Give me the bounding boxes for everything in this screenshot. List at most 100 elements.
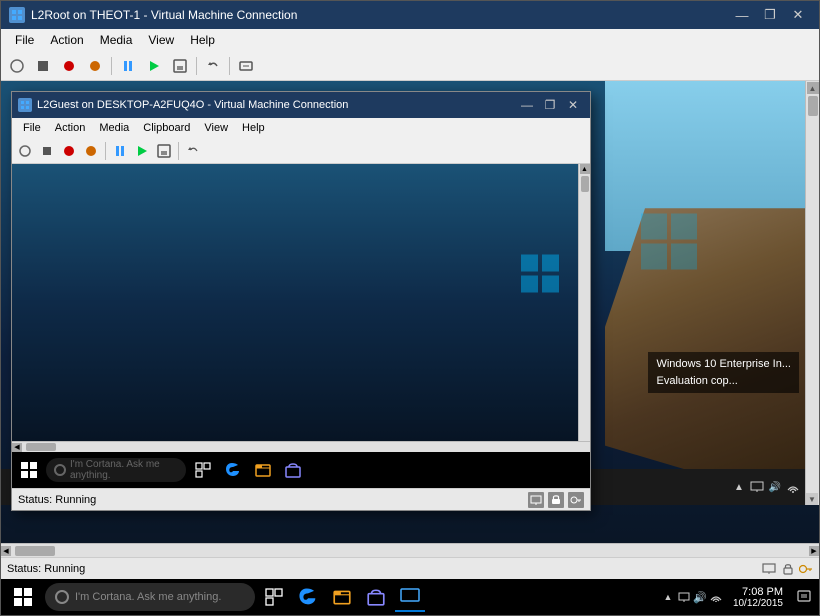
inner-menu-clipboard[interactable]: Clipboard: [136, 121, 197, 135]
inner-vm-content: ▲: [12, 164, 590, 441]
inner-edge-icon[interactable]: [220, 457, 246, 483]
inner-title-text: L2Guest on DESKTOP-A2FUQ4O - Virtual Mac…: [37, 99, 516, 111]
inner-h-scroll-thumb[interactable]: [26, 443, 56, 451]
bottom-vm-taskbar-icon[interactable]: [395, 582, 425, 612]
outer-v-scroll-thumb[interactable]: [808, 96, 818, 116]
tb-pause-btn[interactable]: [116, 54, 140, 78]
outer-v-scrollbar[interactable]: ▲ ▼: [805, 81, 819, 505]
inner-menu-help[interactable]: Help: [235, 121, 272, 135]
outer-title-controls: — ❐ ✕: [729, 5, 811, 25]
tb-power-btn[interactable]: [83, 54, 107, 78]
tb-red1-btn[interactable]: [57, 54, 81, 78]
outer-status-icon-key: [799, 562, 813, 576]
bottom-tray-volume[interactable]: 🔊: [693, 590, 707, 604]
bottom-store-icon[interactable]: [361, 582, 391, 612]
bottom-cortana-circle: [55, 590, 69, 604]
outer-status-icons: [761, 562, 813, 576]
inner-minimize-btn[interactable]: —: [516, 96, 538, 114]
outer-toolbar: [1, 51, 819, 81]
bottom-edge-icon[interactable]: [293, 582, 323, 612]
inner-explorer-icon[interactable]: [250, 457, 276, 483]
inner-tb-red2[interactable]: [81, 141, 101, 161]
tb-save-btn[interactable]: [168, 54, 192, 78]
bottom-cortana-text: I'm Cortana. Ask me anything.: [75, 591, 221, 603]
inner-start-button[interactable]: [16, 457, 42, 483]
clock-date: 10/12/2015: [733, 598, 783, 609]
inner-tb-save[interactable]: [154, 141, 174, 161]
outer-menu-file[interactable]: File: [7, 31, 42, 49]
tb-play-btn[interactable]: [142, 54, 166, 78]
tb-separator-1: [111, 57, 112, 75]
inner-status-icon-lock: [548, 492, 564, 508]
inner-tb-red1[interactable]: [59, 141, 79, 161]
inner-status-icon-key: [568, 492, 584, 508]
inner-cortana-text: I'm Cortana. Ask me anything.: [70, 459, 178, 481]
inner-status-icon-monitor: [528, 492, 544, 508]
inner-toolbar: [12, 138, 590, 164]
outer-menu-media[interactable]: Media: [92, 31, 141, 49]
tb-separator-2: [196, 57, 197, 75]
action-center-btn[interactable]: [793, 582, 815, 612]
inner-win-logo: [520, 253, 560, 296]
outer-h-scrollbar[interactable]: ◀ ▶: [1, 543, 819, 557]
inner-menu-media[interactable]: Media: [92, 121, 136, 135]
outer-menu-action[interactable]: Action: [42, 31, 91, 49]
outer-vm-content: Windows 10 Enterprise In... Evaluation c…: [1, 81, 819, 543]
inner-v-scrollbar[interactable]: ▲: [578, 164, 590, 441]
inner-menu-bar: File Action Media Clipboard View Help: [12, 118, 590, 138]
inner-close-btn[interactable]: ✕: [562, 96, 584, 114]
bottom-tray-network[interactable]: [709, 590, 723, 604]
inner-task-view-btn[interactable]: [190, 457, 216, 483]
tb-back-btn[interactable]: [5, 54, 29, 78]
bottom-system-tray: ▲ 🔊: [661, 590, 723, 604]
outer-close-btn[interactable]: ✕: [785, 5, 811, 25]
bottom-taskview-btn[interactable]: [259, 582, 289, 612]
inner-v-scroll-thumb[interactable]: [581, 176, 589, 192]
inner-tb-play[interactable]: [132, 141, 152, 161]
inner-menu-action[interactable]: Action: [48, 121, 93, 135]
outer-h-scroll-thumb[interactable]: [15, 546, 55, 556]
tray-volume[interactable]: 🔊: [767, 479, 783, 495]
outer-restore-btn[interactable]: ❐: [757, 5, 783, 25]
inner-vm-icon: [18, 98, 32, 112]
inner-tb-undo[interactable]: [183, 141, 203, 161]
inner-title-controls: — ❐ ✕: [516, 96, 584, 114]
tb-stop-btn[interactable]: [31, 54, 55, 78]
outer-start-button[interactable]: [5, 579, 41, 615]
inner-status-text: Status: Running: [18, 494, 528, 506]
outer-vm-window: L2Root on THEOT-1 - Virtual Machine Conn…: [0, 0, 820, 616]
inner-tb-sep1: [105, 142, 106, 160]
inner-cortana-search[interactable]: I'm Cortana. Ask me anything.: [46, 458, 186, 482]
inner-restore-btn[interactable]: ❐: [539, 96, 561, 114]
outer-title-bar: L2Root on THEOT-1 - Virtual Machine Conn…: [1, 1, 819, 29]
bottom-explorer-icon[interactable]: [327, 582, 357, 612]
outer-title-text: L2Root on THEOT-1 - Virtual Machine Conn…: [31, 8, 729, 22]
tray-network[interactable]: [785, 479, 801, 495]
bottom-cortana-search[interactable]: I'm Cortana. Ask me anything.: [45, 583, 255, 611]
bottom-tray-monitor[interactable]: [677, 590, 691, 604]
inner-tb-back[interactable]: [15, 141, 35, 161]
outer-status-icon-monitor: [761, 562, 777, 576]
tray-monitor[interactable]: [749, 479, 765, 495]
inner-menu-file[interactable]: File: [16, 121, 48, 135]
outer-status-bar: Status: Running: [1, 557, 819, 579]
tb-undo-btn[interactable]: [201, 54, 225, 78]
inner-taskbar: I'm Cortana. Ask me anything.: [12, 452, 590, 488]
notification-text: Windows 10 Enterprise In... Evaluation c…: [648, 352, 799, 393]
inner-h-scrollbar[interactable]: ◀: [12, 441, 590, 452]
inner-menu-view[interactable]: View: [197, 121, 235, 135]
outer-minimize-btn[interactable]: —: [729, 5, 755, 25]
tray-chevron[interactable]: ▲: [731, 479, 747, 495]
inner-store-icon[interactable]: [280, 457, 306, 483]
tb-extra-btn[interactable]: [234, 54, 258, 78]
outer-menu-help[interactable]: Help: [182, 31, 223, 49]
tb-separator-3: [229, 57, 230, 75]
inner-tb-pause[interactable]: [110, 141, 130, 161]
bottom-tray-chevron[interactable]: ▲: [661, 590, 675, 604]
outer-status-icon-lock: [781, 562, 795, 576]
outer-vm-icon: [9, 7, 25, 23]
inner-tb-stop[interactable]: [37, 141, 57, 161]
outer-menu-view[interactable]: View: [140, 31, 182, 49]
system-clock[interactable]: 7:08 PM 10/12/2015: [727, 586, 789, 609]
inner-status-bar: Status: Running: [12, 488, 590, 510]
